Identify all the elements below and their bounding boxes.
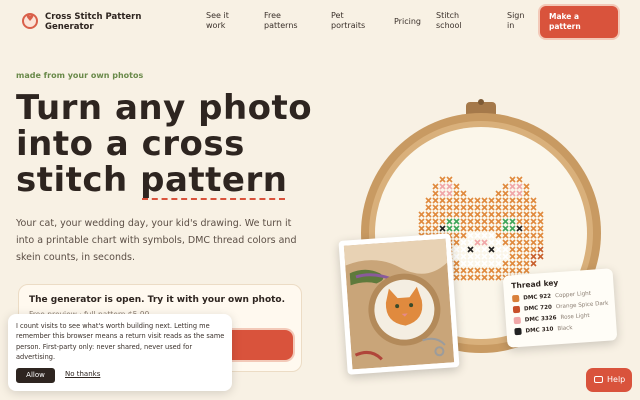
generator-title: The generator is open. Try it with your …: [29, 295, 286, 305]
thread-code: DMC 3326: [524, 314, 557, 323]
nav-link-pet-portraits[interactable]: Pet portraits: [331, 11, 371, 31]
chat-icon: [594, 376, 603, 383]
brand-name[interactable]: Cross Stitch Pattern Generator: [45, 12, 165, 32]
thread-key-card: Thread key DMC 922 Copper Light DMC 720 …: [502, 268, 618, 348]
cookie-banner: I count visits to see what's worth build…: [8, 314, 232, 391]
thread-name: Rose Light: [560, 312, 590, 321]
logo-icon[interactable]: [22, 13, 38, 29]
hero-headline: Turn any photo into a cross stitch patte…: [16, 88, 336, 200]
help-label: Help: [607, 375, 626, 384]
headline-line-3: stitch pattern: [16, 160, 336, 200]
nav-link-sign-in[interactable]: Sign in: [507, 11, 531, 31]
swatch-rose-light: [513, 316, 522, 325]
swatch-copper-light: [511, 294, 520, 303]
headline-line-2: into a cross: [16, 124, 245, 164]
thread-code: DMC 922: [523, 293, 552, 302]
headline-highlight-pattern: pattern: [140, 160, 288, 200]
nav-link-free-patterns[interactable]: Free patterns: [264, 11, 308, 31]
make-pattern-button[interactable]: Make a pattern: [540, 6, 618, 38]
help-button[interactable]: Help: [586, 368, 632, 392]
swatch-black: [514, 327, 522, 336]
hero-eyebrow: made from your own photos: [16, 71, 144, 80]
cookie-allow-button[interactable]: Allow: [16, 368, 55, 383]
cat-photo: [343, 238, 455, 370]
cookie-deny-link[interactable]: No thanks: [65, 370, 100, 378]
cat-photo-card: [338, 233, 460, 375]
headline-line-1: Turn any photo: [16, 88, 313, 128]
thread-name: Copper Light: [554, 290, 592, 299]
headline-word-stitch: stitch: [16, 160, 128, 200]
nav-link-see-it-work[interactable]: See it work: [206, 11, 242, 31]
thread-name: Black: [557, 324, 573, 332]
hoop-screw-knob: [478, 99, 484, 105]
swatch-orange-spice-dark: [512, 305, 521, 314]
hero-subcopy: Your cat, your wedding day, your kid's d…: [16, 218, 297, 263]
top-navigation: Cross Stitch Pattern Generator See it wo…: [0, 0, 640, 44]
cookie-text: I count visits to see what's worth build…: [16, 322, 225, 361]
nav-link-stitch-school[interactable]: Stitch school: [436, 11, 472, 31]
nav-link-pricing[interactable]: Pricing: [394, 17, 424, 27]
thread-code: DMC 720: [523, 304, 553, 313]
thread-code: DMC 310: [525, 326, 554, 334]
